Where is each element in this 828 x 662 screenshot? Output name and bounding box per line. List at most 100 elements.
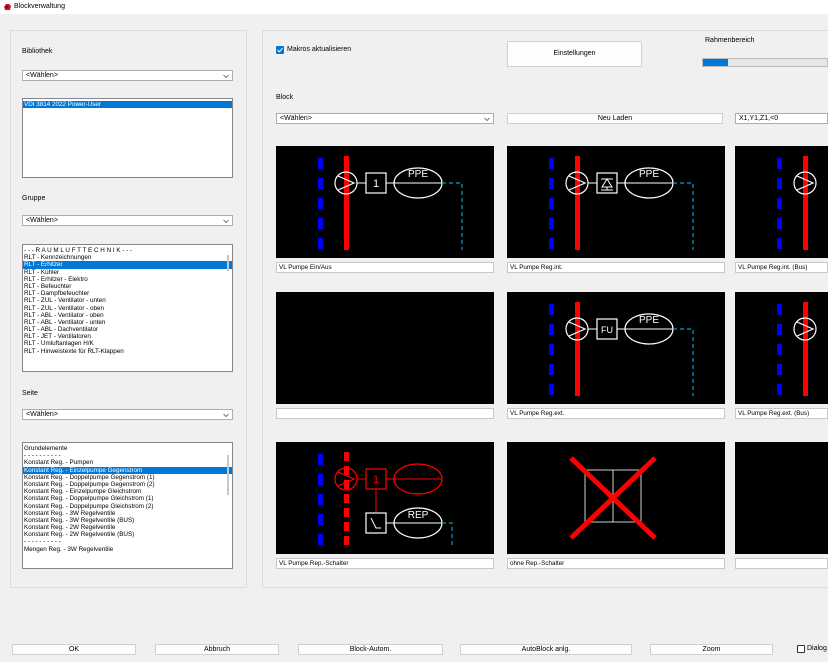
block-preview[interactable] — [276, 292, 494, 404]
ellipse-label: REP — [408, 510, 429, 521]
block-caption: ohne Rep.-Schalter — [507, 558, 725, 569]
blue-pipe-segment — [549, 304, 554, 315]
list-item[interactable]: Konstant Reg. - Einzelpumpe Gegenstrom — [23, 466, 232, 474]
block-preview[interactable] — [735, 442, 828, 554]
scrollbar-thumb[interactable] — [227, 255, 229, 271]
list-item[interactable]: Mengen Reg. - 3W Regelventile — [23, 546, 232, 553]
blue-pipe-segment — [549, 218, 554, 229]
red-pipe-segment — [344, 522, 349, 531]
block-autom-button[interactable]: Block-Autom. — [298, 644, 443, 655]
scrollbar-thumb[interactable] — [227, 455, 229, 495]
blue-pipe-segment — [549, 384, 554, 395]
list-item[interactable]: Konstant Reg. - 3W Regelventile — [23, 510, 232, 517]
blue-pipe-segment — [318, 474, 323, 485]
bibliothek-list[interactable]: VDI 3814 2022 Power-User — [22, 98, 233, 178]
seite-label: Seite — [22, 390, 38, 397]
list-item[interactable]: RLT - ZUL - Ventilator - unten — [23, 297, 232, 304]
block-caption: VL Pumpe Reg.ext. — [507, 408, 725, 419]
list-item[interactable]: RLT - ABL - Ventilator - oben — [23, 312, 232, 319]
list-item[interactable]: RLT - Kühler — [23, 269, 232, 276]
list-item[interactable]: RLT - Befeuchter — [23, 283, 232, 290]
rahmenbereich-progress — [702, 58, 828, 67]
block-preview[interactable]: 1 REP — [276, 442, 494, 554]
list-item[interactable]: - - - R A U M L U F T T E C H N I K - - … — [23, 247, 232, 254]
list-item[interactable]: RLT - ZUL - Ventilator - oben — [23, 305, 232, 312]
red-pipe-segment — [344, 494, 349, 503]
block-preview[interactable] — [507, 442, 725, 554]
neu-laden-button[interactable]: Neu Laden — [507, 113, 723, 124]
blue-pipe-segment — [318, 494, 323, 505]
blue-pipe-segment — [777, 384, 782, 395]
block-preview[interactable] — [735, 146, 828, 258]
seite-combo-value: <Wählen> — [26, 411, 58, 418]
blue-pipe-segment — [777, 178, 782, 189]
block-preview-drawing — [735, 442, 828, 554]
list-item[interactable]: Konstant Reg. - 2W Regelventile (BUS) — [23, 531, 232, 538]
list-item[interactable]: Grundelemente — [23, 445, 232, 452]
block-preview-drawing — [777, 156, 817, 250]
chevron-down-icon — [223, 74, 229, 79]
chevron-down-icon — [484, 117, 490, 122]
coords-field[interactable]: X1,Y1,Z1,<0 — [735, 113, 828, 124]
signal-line — [442, 522, 453, 548]
blue-pipe-segment — [777, 364, 782, 375]
seite-combo[interactable]: <Wählen> — [22, 409, 233, 420]
list-item[interactable]: Konstant Reg. - Einzelpumpe Gleichstrom — [23, 488, 232, 495]
list-item[interactable]: RLT - Dampfbefeuchter — [23, 290, 232, 297]
makros-checkbox[interactable] — [276, 46, 284, 54]
blue-pipe-segment — [318, 454, 323, 465]
list-item[interactable]: Konstant Reg. - Pumpen — [23, 459, 232, 466]
list-item[interactable]: Konstant Reg. - Doppelpumpe Gleichstrom … — [23, 495, 232, 502]
block-preview[interactable]: PPE — [507, 146, 725, 258]
blue-pipe-segment — [777, 218, 782, 229]
blue-pipe-segment — [777, 238, 782, 249]
list-item[interactable]: - - - - - - - - - - — [23, 452, 232, 459]
list-item[interactable]: RLT - ABL - Ventilator - unten — [23, 319, 232, 326]
red-pipe — [575, 302, 580, 396]
gruppe-label: Gruppe — [22, 195, 46, 202]
blue-pipe-segment — [549, 238, 554, 249]
rahmenbereich-label: Rahmenbereich — [705, 37, 755, 44]
red-pipe — [803, 302, 808, 396]
list-item[interactable]: Konstant Reg. - 3W Regelventile (BUS) — [23, 517, 232, 524]
block-caption: VL Pumpe Rep.-Schalter — [276, 558, 494, 569]
list-item[interactable]: RLT - Kennzeichnungen — [23, 254, 232, 261]
list-item[interactable]: RLT - Umluftanlagen H/K — [23, 340, 232, 347]
block-preview-drawing — [569, 456, 657, 540]
bibliothek-label: Bibliothek — [22, 48, 53, 55]
seite-list[interactable]: Grundelemente - - - - - - - - - - Konstant… — [22, 442, 233, 569]
chevron-down-icon — [223, 413, 229, 418]
list-item[interactable]: - - - - - - - - - - — [23, 538, 232, 545]
block-preview-drawing — [276, 292, 494, 404]
list-item[interactable]: RLT - ABL - Dachventilator — [23, 326, 232, 333]
einstellungen-button[interactable]: Einstellungen — [507, 41, 642, 67]
block-preview[interactable]: FU PPE — [507, 292, 725, 404]
gruppe-combo[interactable]: <Wählen> — [22, 215, 233, 226]
block-preview[interactable]: 1 PPE — [276, 146, 494, 258]
autoblock-button[interactable]: AutoBlock anlg. — [460, 644, 632, 655]
block-combo[interactable]: <Wählen> — [276, 113, 494, 124]
signal-line — [673, 328, 694, 396]
list-item[interactable]: Konstant Reg. - Doppelpumpe Gegenstrom (… — [23, 481, 232, 488]
ok-button[interactable]: OK — [12, 644, 136, 655]
zoom-button[interactable]: Zoom — [650, 644, 773, 655]
abbruch-button[interactable]: Abbruch — [155, 644, 279, 655]
bibliothek-combo[interactable]: <Wählen> — [22, 70, 233, 81]
block-preview[interactable] — [735, 292, 828, 404]
control-box-label: 1 — [373, 474, 379, 486]
list-item[interactable]: VDI 3814 2022 Power-User — [23, 101, 232, 109]
list-item[interactable]: RLT - JET - Ventilatoren — [23, 333, 232, 340]
list-item[interactable]: Konstant Reg. - Doppelpumpe Gegenstrom (… — [23, 474, 232, 481]
blue-pipe-segment — [549, 344, 554, 355]
list-item[interactable]: Konstant Reg. - 2W Regelventile — [23, 524, 232, 531]
blue-pipe-segment — [549, 158, 554, 169]
list-item[interactable]: RLT - Hinweistexte für RLT-Klappen — [23, 348, 232, 355]
gruppe-list[interactable]: - - - R A U M L U F T T E C H N I K - - … — [22, 244, 233, 372]
dialog-checkbox[interactable] — [797, 645, 805, 653]
ellipse-label: PPE — [639, 169, 659, 180]
blue-pipe-segment — [318, 534, 323, 545]
block-preview-drawing: FU PPE — [549, 302, 694, 396]
list-item[interactable]: RLT - Erhitzer — [23, 261, 232, 269]
list-item[interactable]: Konstant Reg. - Doppelpumpe Gleichstrom … — [23, 503, 232, 510]
list-item[interactable]: RLT - Erhitzer - Elektro — [23, 276, 232, 283]
